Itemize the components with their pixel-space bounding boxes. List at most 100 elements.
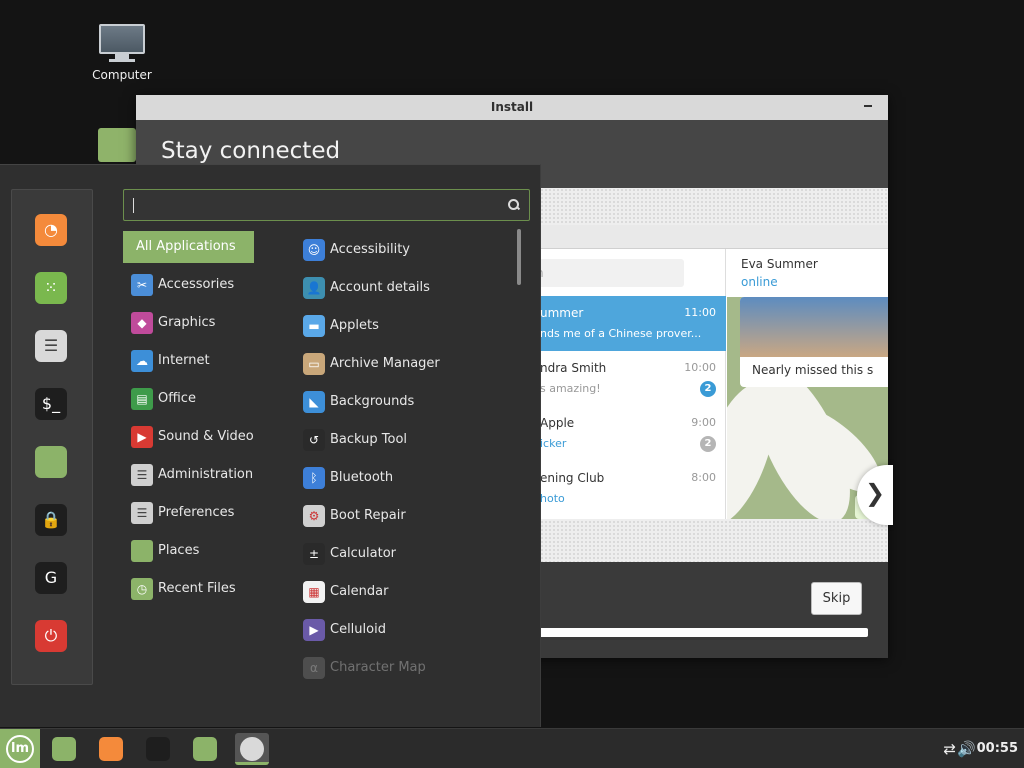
menu-search-box[interactable]: [123, 189, 530, 221]
computer-desktop-icon[interactable]: Computer: [82, 24, 162, 82]
lock-screen-favorite-button[interactable]: 🔒: [35, 504, 67, 536]
app-label: Accessibility: [330, 242, 410, 257]
minimize-button[interactable]: [862, 95, 876, 120]
chat-search: h: [536, 259, 684, 287]
app-icon: ▦: [303, 581, 325, 603]
category-label: Office: [158, 391, 196, 406]
chat-time: 11:00: [684, 306, 716, 319]
skip-button[interactable]: Skip: [811, 582, 862, 615]
photo-message: Nearly missed this s: [740, 297, 888, 387]
software-manager-favorite-button[interactable]: ⁙: [35, 272, 67, 304]
computer-label: Computer: [92, 68, 152, 82]
files-icon: [52, 737, 76, 761]
category-list: All Applications ✂ Accessories ◆ Graphics ☁ In…: [123, 231, 263, 611]
shutdown-icon: ⏻: [44, 626, 58, 645]
category-icon: ☰: [131, 464, 153, 486]
app-icon: α: [303, 657, 325, 679]
app-label: Boot Repair: [330, 508, 406, 523]
category-office[interactable]: ▤ Office: [123, 383, 263, 421]
favorites-panel: ◔ ⁙ ☰ $_ 🔒 G ⏻: [11, 189, 93, 685]
app-icon: ↺: [303, 429, 325, 451]
app-celluloid[interactable]: ▶ Celluloid: [300, 611, 515, 649]
app-account-details[interactable]: 👤 Account details: [300, 269, 515, 307]
files-favorite-button[interactable]: [35, 446, 67, 478]
chat-time: 9:00: [691, 416, 716, 429]
menu-button[interactable]: lm: [0, 729, 40, 768]
folder-icon: [193, 737, 217, 761]
category-label: Internet: [158, 353, 210, 368]
firefox-favorite-button[interactable]: ◔: [35, 214, 67, 246]
app-bluetooth[interactable]: ᛒ Bluetooth: [300, 459, 515, 497]
category-internet[interactable]: ☁ Internet: [123, 345, 263, 383]
shutdown-favorite-button[interactable]: ⏻: [35, 620, 67, 652]
progress-fill: [536, 628, 868, 637]
installer-icon: [240, 737, 264, 761]
category-preferences[interactable]: ☰ Preferences: [123, 497, 263, 535]
firefox-launcher[interactable]: [94, 733, 128, 765]
search-icon[interactable]: [507, 198, 521, 212]
app-label: Bluetooth: [330, 470, 394, 485]
chat-time: 10:00: [684, 361, 716, 374]
category-recent-files[interactable]: ◷ Recent Files: [123, 573, 263, 611]
bottom-panel: lm ⇄ 🔊 00:55: [0, 728, 1024, 768]
terminal-icon: [146, 737, 170, 761]
terminal-launcher[interactable]: [141, 733, 175, 765]
category-places[interactable]: Places: [123, 535, 263, 573]
logout-favorite-button[interactable]: G: [35, 562, 67, 594]
category-accessories[interactable]: ✂ Accessories: [123, 269, 263, 307]
category-label: Recent Files: [158, 581, 236, 596]
app-label: Celluloid: [330, 622, 386, 637]
folder-launcher[interactable]: [188, 733, 222, 765]
app-backgrounds[interactable]: ◣ Backgrounds: [300, 383, 515, 421]
app-calendar[interactable]: ▦ Calendar: [300, 573, 515, 611]
terminal-favorite-button[interactable]: $_: [35, 388, 67, 420]
application-menu: ◔ ⁙ ☰ $_ 🔒 G ⏻ All Applications ✂ Accessories ◆ Gr…: [0, 164, 541, 727]
app-character-map[interactable]: α Character Map: [300, 649, 515, 681]
chat-time: 8:00: [691, 471, 716, 484]
text-cursor: [133, 198, 134, 213]
photo-caption: Nearly missed this s: [752, 363, 874, 377]
app-accessibility[interactable]: ☺ Accessibility: [300, 231, 515, 269]
chat-message: s amazing!: [540, 382, 601, 395]
category-all-applications[interactable]: All Applications: [123, 231, 254, 263]
folder-icon: [98, 128, 136, 162]
app-icon: ±: [303, 543, 325, 565]
category-administration[interactable]: ☰ Administration: [123, 459, 263, 497]
app-icon: 👤: [303, 277, 325, 299]
files-launcher[interactable]: [47, 733, 81, 765]
app-icon: ▭: [303, 353, 325, 375]
install-progress-bar: [536, 628, 868, 637]
category-icon: [131, 540, 153, 562]
chat-message: hoto: [540, 492, 565, 505]
app-applets[interactable]: ▬ Applets: [300, 307, 515, 345]
settings-favorite-button[interactable]: ☰: [35, 330, 67, 362]
category-graphics[interactable]: ◆ Graphics: [123, 307, 263, 345]
app-label: Character Map: [330, 660, 426, 675]
app-calculator[interactable]: ± Calculator: [300, 535, 515, 573]
volume-icon[interactable]: 🔊: [957, 729, 976, 768]
app-icon: ▶: [303, 619, 325, 641]
app-backup-tool[interactable]: ↺ Backup Tool: [300, 421, 515, 459]
app-boot-repair[interactable]: ⚙ Boot Repair: [300, 497, 515, 535]
menu-search-input[interactable]: [124, 190, 494, 220]
installer-window[interactable]: [235, 733, 269, 765]
category-sound-video[interactable]: ▶ Sound & Video: [123, 421, 263, 459]
install-titlebar[interactable]: Install: [136, 95, 888, 120]
terminal-icon: $_: [41, 394, 61, 413]
category-label: Sound & Video: [158, 429, 254, 444]
app-label: Calendar: [330, 584, 389, 599]
app-archive-manager[interactable]: ▭ Archive Manager: [300, 345, 515, 383]
mint-logo-icon: lm: [6, 735, 34, 763]
clock[interactable]: 00:55: [977, 729, 1018, 768]
chat-name: Apple: [540, 416, 575, 430]
category-label: Preferences: [158, 505, 235, 520]
install-heading: Stay connected: [161, 138, 341, 164]
app-list-scrollbar[interactable]: [517, 229, 521, 285]
home-folder-desktop-icon[interactable]: [98, 128, 138, 164]
chat-name: ening Club: [540, 471, 605, 485]
chat-name: ummer: [540, 306, 584, 320]
network-icon[interactable]: ⇄: [943, 729, 956, 768]
category-icon: ▤: [131, 388, 153, 410]
app-icon: ⚙: [303, 505, 325, 527]
chat-message: icker: [540, 437, 567, 450]
